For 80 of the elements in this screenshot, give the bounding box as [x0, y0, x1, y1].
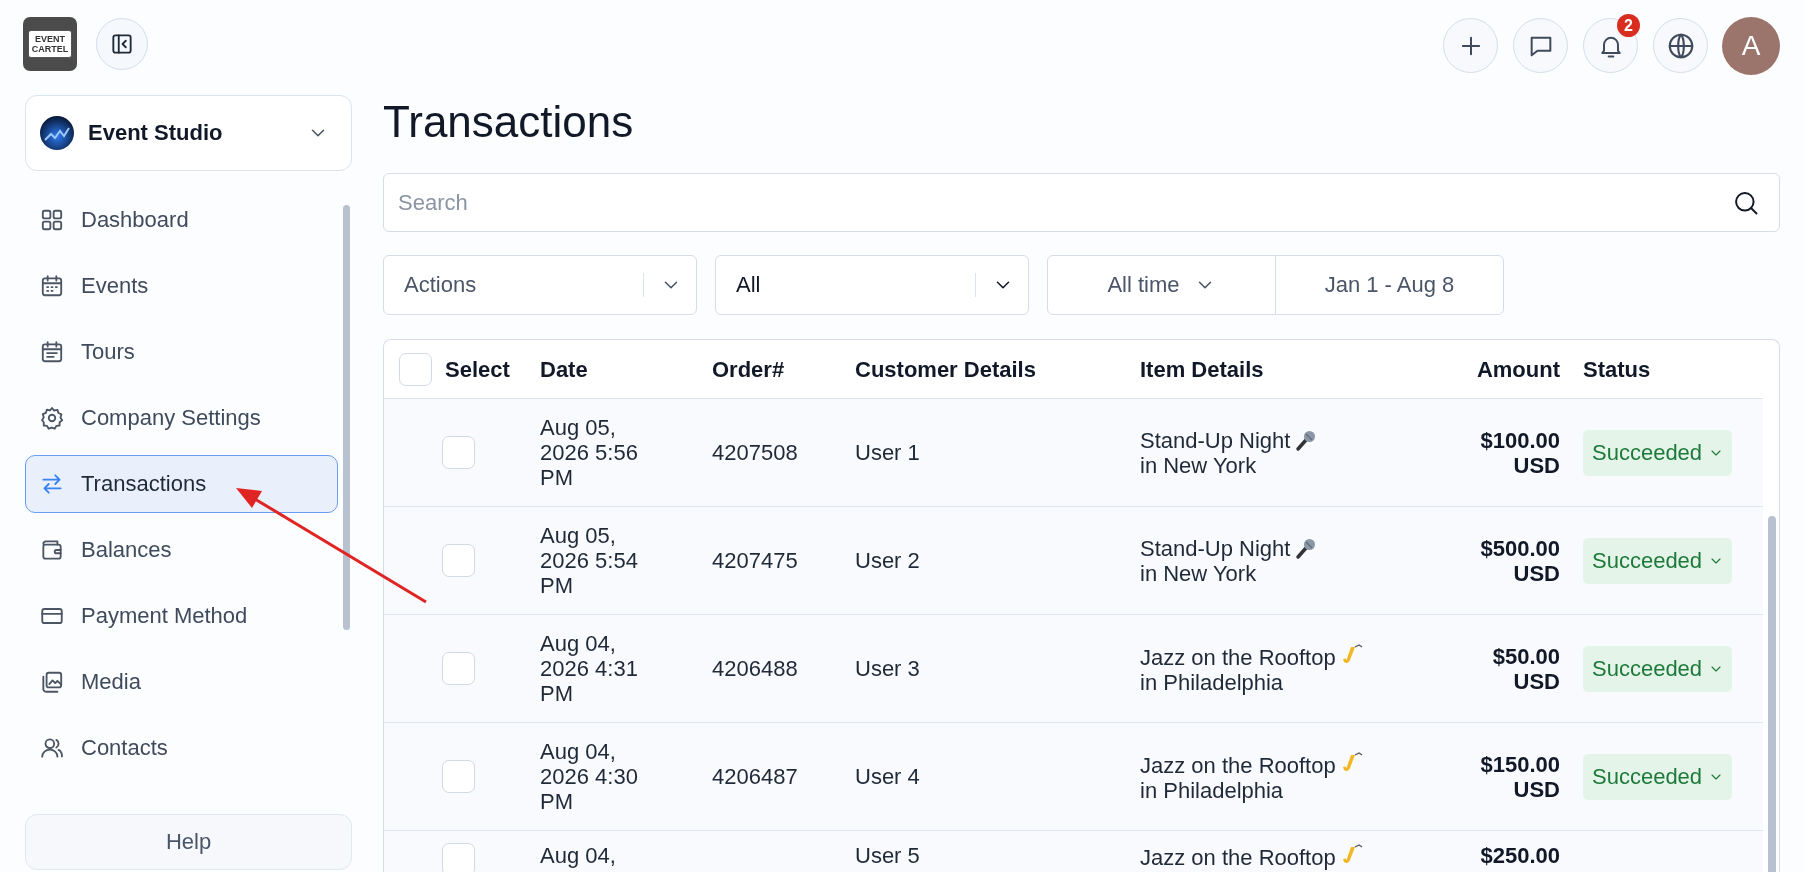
table-cell-text: Aug 05, 2026 5:56 PM — [540, 415, 639, 490]
item-name: Stand-Up Night — [1140, 427, 1291, 453]
sidebar-item[interactable]: Dashboard — [25, 191, 338, 249]
scrollbar[interactable] — [343, 205, 350, 630]
user-avatar[interactable]: A — [1722, 16, 1780, 75]
table-cell: 4206487 — [712, 764, 798, 789]
item-name: Stand-Up Night — [1140, 535, 1291, 561]
row-checkbox[interactable] — [442, 544, 475, 577]
sidebar-item[interactable]: Tours — [25, 323, 338, 381]
help-button[interactable]: Help — [25, 814, 352, 870]
item-name: Jazz on the Rooftop — [1140, 644, 1336, 670]
status-dropdown[interactable]: Succeeded — [1583, 753, 1733, 800]
sidebar-item[interactable]: Balances — [25, 521, 338, 579]
row-checkbox[interactable] — [442, 652, 475, 685]
column-header: Date — [540, 356, 588, 382]
item-location: in Philadelphia — [1140, 669, 1284, 695]
row-checkbox[interactable] — [442, 436, 475, 469]
calendar-list-icon — [39, 339, 65, 365]
column-header: Select — [445, 356, 510, 382]
table-cell-text: $500.00 USD — [1479, 535, 1560, 586]
scrollbar[interactable] — [1768, 516, 1776, 872]
workspace-selector[interactable]: Event Studio — [25, 95, 352, 171]
sidebar-item[interactable]: Events — [25, 257, 338, 315]
notification-count: 2 — [1617, 14, 1640, 37]
table-cell: 4207475 — [712, 548, 798, 573]
table-cell: User 1 — [855, 440, 920, 465]
date-range-button[interactable]: Jan 1 - Aug 8 — [1275, 256, 1503, 314]
actions-dropdown[interactable]: Actions — [383, 255, 697, 315]
image-icon — [39, 669, 65, 695]
row-checkbox[interactable] — [442, 843, 475, 872]
table-cell-text: Aug 05, 2026 5:54 PM — [540, 523, 639, 598]
table-cell-text: $100.00 USD — [1479, 427, 1560, 478]
table-cell: User 5 — [855, 843, 920, 868]
page-title: Transactions — [383, 96, 635, 148]
sidebar-collapse-icon — [109, 31, 135, 57]
status-dropdown[interactable]: Succeeded — [1583, 645, 1733, 692]
table-cell: User 2 — [855, 548, 920, 573]
item-location: in New York — [1140, 452, 1257, 478]
status-dropdown[interactable]: Succeeded — [1583, 429, 1733, 476]
item-location: in Philadelphia — [1140, 777, 1284, 803]
calendar-icon — [39, 273, 65, 299]
grid-icon — [39, 207, 65, 233]
sidebar-item[interactable]: Company Settings — [25, 389, 338, 447]
item-location: in New York — [1140, 560, 1257, 586]
wallet-icon — [39, 537, 65, 563]
column-header: Status — [1583, 356, 1651, 382]
table-cell-text: Aug 04, 2026 4:31 PM — [540, 631, 639, 706]
table-cell: 4207508 — [712, 440, 798, 465]
column-header: Customer Details — [855, 356, 1036, 382]
time-range-dropdown[interactable]: All time — [1048, 256, 1275, 314]
column-header: Amount — [1476, 356, 1560, 382]
collapse-sidebar-button[interactable] — [96, 18, 148, 70]
person-icon — [39, 735, 65, 761]
sidebar-item[interactable]: Contacts — [25, 719, 338, 777]
arrows-icon — [39, 471, 65, 497]
table-cell-text: $150.00 USD — [1479, 751, 1560, 802]
column-header: Item Details — [1140, 356, 1264, 382]
table-cell: 4206488 — [712, 656, 798, 681]
table-cell: $250.00 — [1480, 843, 1560, 868]
sidebar-item[interactable]: Media — [25, 653, 338, 711]
column-header: Order# — [712, 356, 785, 382]
item-name: Jazz on the Rooftop — [1140, 752, 1336, 778]
type-dropdown[interactable]: All — [715, 255, 1029, 315]
select-all-checkbox[interactable] — [399, 352, 432, 386]
logo: EVENT CARTEL — [23, 17, 77, 71]
table-cell: User 3 — [855, 656, 920, 681]
sidebar-item[interactable]: Payment Method — [25, 587, 338, 645]
search-icon — [1732, 189, 1760, 217]
settings-icon — [39, 405, 65, 431]
table-cell-text: Aug 04, — [540, 843, 617, 868]
table-cell-text: $50.00 USD — [1491, 643, 1560, 694]
status-dropdown[interactable]: Succeeded — [1583, 537, 1733, 584]
item-name: Jazz on the Rooftop — [1140, 845, 1336, 870]
workspace-name: Event Studio — [88, 120, 224, 146]
table-cell-text: Aug 04, 2026 4:30 PM — [540, 739, 639, 814]
sidebar-item[interactable]: Transactions — [25, 455, 338, 513]
row-checkbox[interactable] — [442, 760, 475, 793]
workspace-logo-icon — [40, 116, 74, 150]
search-field[interactable]: Search — [383, 173, 1780, 232]
table-cell: User 4 — [855, 764, 920, 789]
